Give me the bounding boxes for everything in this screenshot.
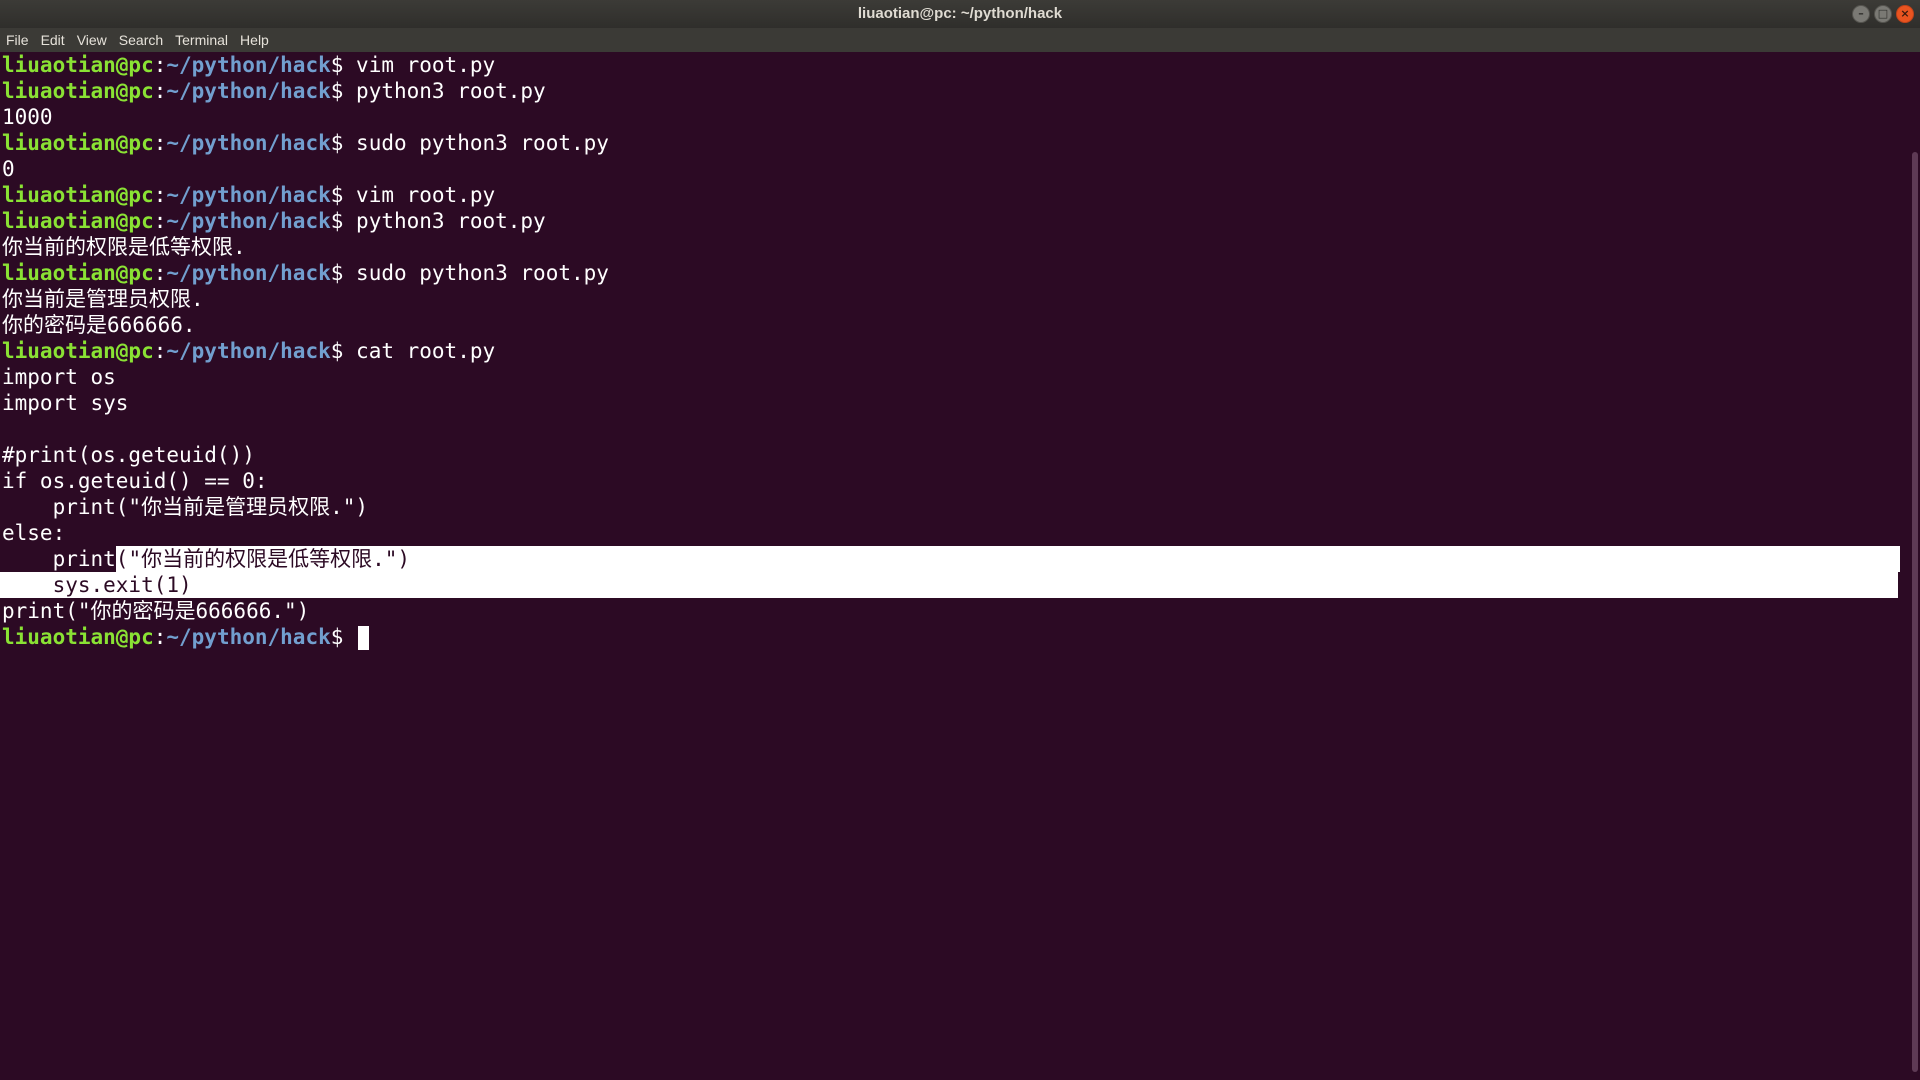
prompt-path: ~/python/hack [166, 625, 331, 649]
prompt-separator: : [153, 53, 167, 77]
output-text: if os.geteuid() == 0: [2, 469, 268, 493]
maximize-button[interactable]: □ [1874, 5, 1892, 23]
window-titlebar[interactable]: liuaotian@pc: ~/python/hack – □ × [0, 0, 1920, 28]
prompt-path: ~/python/hack [166, 131, 331, 155]
output-text: 你当前是管理员权限. [2, 287, 204, 311]
command-text: vim root.py [356, 183, 496, 207]
prompt-dollar: $ [330, 79, 357, 103]
terminal-line: liuaotian@pc:~/python/hack$ sudo python3… [0, 260, 1900, 286]
terminal-line: import os [0, 364, 1900, 390]
selected-text: sys.exit(1) [2, 573, 192, 597]
command-text: sudo python3 root.py [356, 261, 609, 285]
menu-view[interactable]: View [77, 32, 107, 48]
scrollbar[interactable] [1900, 52, 1920, 1080]
menubar: File Edit View Search Terminal Help [0, 28, 1920, 52]
terminal-line: 0 [0, 156, 1900, 182]
terminal-line: liuaotian@pc:~/python/hack$ cat root.py [0, 338, 1900, 364]
prompt-path: ~/python/hack [166, 261, 331, 285]
terminal-line: 1000 [0, 104, 1900, 130]
command-text: python3 root.py [356, 209, 546, 233]
menu-terminal[interactable]: Terminal [175, 32, 228, 48]
terminal-line: liuaotian@pc:~/python/hack$ python3 root… [0, 208, 1900, 234]
prompt-user: liuaotian@pc [2, 79, 154, 103]
output-text: else: [2, 521, 66, 545]
prompt-user: liuaotian@pc [2, 53, 154, 77]
terminal-line: #print(os.geteuid()) [0, 442, 1900, 468]
text-cursor [358, 626, 370, 650]
output-text: 你的密码是666666. [2, 313, 196, 337]
terminal-line: liuaotian@pc:~/python/hack$ sudo python3… [0, 130, 1900, 156]
prompt-dollar: $ [330, 131, 357, 155]
terminal-line: 你当前是管理员权限. [0, 286, 1900, 312]
prompt-dollar: $ [330, 339, 357, 363]
prompt-user: liuaotian@pc [2, 131, 154, 155]
prompt-path: ~/python/hack [166, 339, 331, 363]
command-text: python3 root.py [356, 79, 546, 103]
terminal-line: print("你当前是管理员权限.") [0, 494, 1900, 520]
selected-text: ("你当前的权限是低等权限.") [115, 546, 1904, 572]
menu-edit[interactable]: Edit [41, 32, 65, 48]
output-text: print [2, 547, 116, 571]
menu-help[interactable]: Help [240, 32, 269, 48]
prompt-separator: : [153, 261, 167, 285]
command-text: vim root.py [356, 53, 496, 77]
terminal-line: liuaotian@pc:~/python/hack$ vim root.py [0, 52, 1900, 78]
output-text: import sys [2, 391, 129, 415]
prompt-separator: : [153, 625, 167, 649]
prompt-separator: : [153, 209, 167, 233]
prompt-dollar: $ [330, 209, 357, 233]
terminal-line: liuaotian@pc:~/python/hack$ vim root.py [0, 182, 1900, 208]
terminal-line: liuaotian@pc:~/python/hack$ [0, 624, 1900, 650]
prompt-path: ~/python/hack [166, 53, 331, 77]
output-text: import os [2, 365, 116, 389]
terminal-line: liuaotian@pc:~/python/hack$ python3 root… [0, 78, 1900, 104]
terminal-line: if os.geteuid() == 0: [0, 468, 1900, 494]
scrollbar-thumb[interactable] [1912, 152, 1918, 1072]
terminal-line: import sys [0, 390, 1900, 416]
command-text: sudo python3 root.py [356, 131, 609, 155]
prompt-user: liuaotian@pc [2, 209, 154, 233]
prompt-user: liuaotian@pc [2, 625, 154, 649]
terminal-output[interactable]: liuaotian@pc:~/python/hack$ vim root.py l… [0, 52, 1904, 1080]
output-text: 你当前的权限是低等权限. [2, 235, 246, 259]
output-text: print("你当前是管理员权限.") [2, 495, 369, 519]
output-text: #print(os.geteuid()) [2, 443, 255, 467]
menu-search[interactable]: Search [119, 32, 163, 48]
terminal-line: 你当前的权限是低等权限. [0, 234, 1900, 260]
prompt-path: ~/python/hack [166, 183, 331, 207]
prompt-dollar: $ [330, 625, 357, 649]
menu-file[interactable]: File [6, 32, 29, 48]
prompt-separator: : [153, 183, 167, 207]
prompt-separator: : [153, 79, 167, 103]
terminal-line: else: [0, 520, 1900, 546]
command-text: cat root.py [356, 339, 496, 363]
terminal-line: sys.exit(1) [0, 572, 1898, 598]
prompt-dollar: $ [330, 261, 357, 285]
prompt-user: liuaotian@pc [2, 183, 154, 207]
window-title: liuaotian@pc: ~/python/hack [857, 5, 1063, 22]
prompt-user: liuaotian@pc [2, 261, 154, 285]
prompt-dollar: $ [330, 53, 357, 77]
output-text: 0 [2, 157, 15, 181]
output-text: print("你的密码是666666.") [2, 599, 310, 623]
prompt-separator: : [153, 131, 167, 155]
terminal-line: print("你当前的权限是低等权限.") [0, 546, 1904, 572]
terminal-line: print("你的密码是666666.") [0, 598, 1900, 624]
close-button[interactable]: × [1896, 5, 1914, 23]
minimize-button[interactable]: – [1852, 5, 1870, 23]
output-text: 1000 [2, 105, 53, 129]
prompt-user: liuaotian@pc [2, 339, 154, 363]
terminal-line: 你的密码是666666. [0, 312, 1900, 338]
window-controls: – □ × [1852, 5, 1914, 23]
prompt-path: ~/python/hack [166, 209, 331, 233]
prompt-dollar: $ [330, 183, 357, 207]
prompt-path: ~/python/hack [166, 79, 331, 103]
prompt-separator: : [153, 339, 167, 363]
